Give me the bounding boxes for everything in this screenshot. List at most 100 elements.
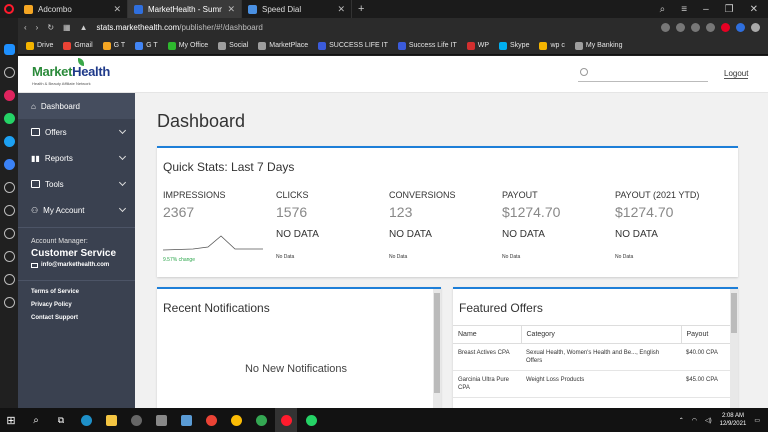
notifications-title: Recent Notifications [163,301,270,315]
chevron-up-icon[interactable]: ⌃ [679,417,684,424]
close-window-icon[interactable]: ✕ [750,4,758,15]
featured-scrollbar[interactable] [730,289,738,408]
offer-name[interactable]: Garcinia Ultra Pure CPA [453,370,521,398]
search-button[interactable]: ⌕ [25,408,47,432]
bookmark-wp[interactable]: WP [466,41,489,50]
taskbar-app-3[interactable] [175,408,197,432]
history-icon[interactable] [3,228,15,239]
camera-icon[interactable] [676,23,685,32]
notifications-icon[interactable]: ▭ [754,417,760,424]
tab-speed-dial[interactable]: Speed Dial ✕ [242,0,352,18]
bookmark-marketplace[interactable]: MarketPlace [258,41,308,50]
start-button[interactable]: ⊞ [0,408,22,432]
profile-icon[interactable] [751,23,760,32]
site-icon [318,41,327,50]
sidebar-item-my-account[interactable]: ⚇ My Account [18,197,135,223]
stat-sub: NO DATA [276,229,319,240]
notifications-scrollbar[interactable] [433,289,441,408]
sidebar-item-tools[interactable]: Tools [18,171,135,197]
twitter-icon[interactable] [3,136,15,147]
taskbar-chrome-1[interactable] [200,408,222,432]
table-row[interactable]: Breast Actives CPA Sexual Health, Women'… [453,343,730,371]
close-tab-icon[interactable]: ✕ [113,4,121,15]
bookmark-success-life-it-1[interactable]: SUCCESS LIFE IT [318,41,388,50]
column-header-name[interactable]: Name [453,325,522,344]
scrollbar-thumb[interactable] [731,293,737,333]
tab-favicon-icon [134,4,143,14]
sidebar-item-offers[interactable]: Offers [18,119,135,145]
taskbar-opera[interactable] [275,408,297,432]
taskbar-app-1[interactable] [125,408,147,432]
opera-menu-icon[interactable] [0,0,18,18]
bookmark-gmail[interactable]: Gmail [63,41,93,50]
extension-icon[interactable] [736,23,745,32]
sidebar-item-dashboard[interactable]: ⌂ Dashboard [18,93,135,119]
close-tab-icon[interactable]: ✕ [337,4,345,15]
bookmark-social[interactable]: Social [218,41,248,50]
block-icon[interactable] [691,23,700,32]
bookmark-wp-c[interactable]: wp c [539,41,565,50]
sidebar-item-reports[interactable]: ▮▮ Reports [18,145,135,171]
back-icon[interactable]: ‹ [24,23,27,32]
volume-icon[interactable]: ◁) [705,417,712,424]
taskbar-edge[interactable] [75,408,97,432]
bookmark-my-office[interactable]: My Office [167,41,208,50]
featured-offers-title: Featured Offers [459,301,543,315]
minimize-icon[interactable]: – [703,4,709,15]
folder-icon [258,41,267,50]
clock[interactable]: 2:08 AM 12/9/2021 [720,412,747,428]
bookmark-skype[interactable]: Skype [499,41,529,50]
bookmark-my-banking[interactable]: My Banking [574,41,622,50]
home-icon[interactable] [3,67,15,78]
search-tabs-icon[interactable]: ⌕ [660,4,666,15]
browser-tab-bar: Adcombo ✕ MarketHealth - Summary R ✕ Spe… [0,0,768,18]
column-header-payout[interactable]: Payout [681,325,730,344]
bookmark-gt-1[interactable]: G T [102,41,125,50]
task-view-button[interactable]: ⧉ [50,408,72,432]
bookmark-drive[interactable]: Drive [26,41,53,50]
account-manager-email[interactable]: info@markethealth.com [31,262,135,268]
terms-link[interactable]: Terms of Service [31,289,135,295]
close-tab-icon[interactable]: ✕ [227,4,235,15]
tab-markethealth[interactable]: MarketHealth - Summary R ✕ [128,0,242,18]
new-tab-button[interactable]: + [352,3,370,15]
contact-support-link[interactable]: Contact Support [31,315,135,321]
privacy-link[interactable]: Privacy Policy [31,302,135,308]
wifi-icon[interactable]: ◠ [692,417,697,424]
pinterest-icon[interactable] [721,23,730,32]
maximize-icon[interactable]: ❐ [725,4,734,15]
column-header-category[interactable]: Category [521,325,682,344]
workspace-icon[interactable] [3,44,15,55]
taskbar-app-2[interactable] [150,408,172,432]
send-icon[interactable] [3,182,15,193]
markethealth-logo[interactable]: MarketHealth [32,64,110,79]
search-input[interactable] [578,66,708,82]
forward-icon[interactable]: › [36,23,39,32]
taskbar-explorer[interactable] [100,408,122,432]
messenger-icon[interactable] [3,90,15,101]
taskbar-whatsapp[interactable] [300,408,322,432]
heart-icon[interactable] [706,23,715,32]
bookmark-gt-2[interactable]: G T [135,41,158,50]
tab-favicon-icon [24,4,33,14]
tab-adcombo[interactable]: Adcombo ✕ [18,0,128,18]
whatsapp-icon[interactable] [3,113,15,124]
offer-name[interactable]: Breast Actives CPA [453,343,521,371]
speed-dial-icon[interactable]: ▦ [63,23,71,32]
taskbar-chrome-3[interactable] [250,408,272,432]
bookmark-success-life-it-2[interactable]: Success Life IT [397,41,457,50]
bulb-icon[interactable] [3,274,15,285]
chevron-down-icon [118,178,127,187]
reload-icon[interactable]: ↻ [47,23,54,32]
menu-icon[interactable]: ≡ [681,4,687,15]
table-row[interactable]: Garcinia Ultra Pure CPA Weight Loss Prod… [453,370,730,398]
more-icon[interactable] [3,297,15,308]
logout-link[interactable]: Logout [724,69,749,79]
taskbar-chrome-2[interactable] [225,408,247,432]
share-icon[interactable] [661,23,670,32]
settings-icon[interactable] [3,251,15,262]
heart-icon[interactable] [3,205,15,216]
player-icon[interactable] [3,159,15,170]
url-field[interactable]: stats.markethealth.com/publisher/#!/dash… [97,23,263,32]
scrollbar-thumb[interactable] [434,293,440,393]
